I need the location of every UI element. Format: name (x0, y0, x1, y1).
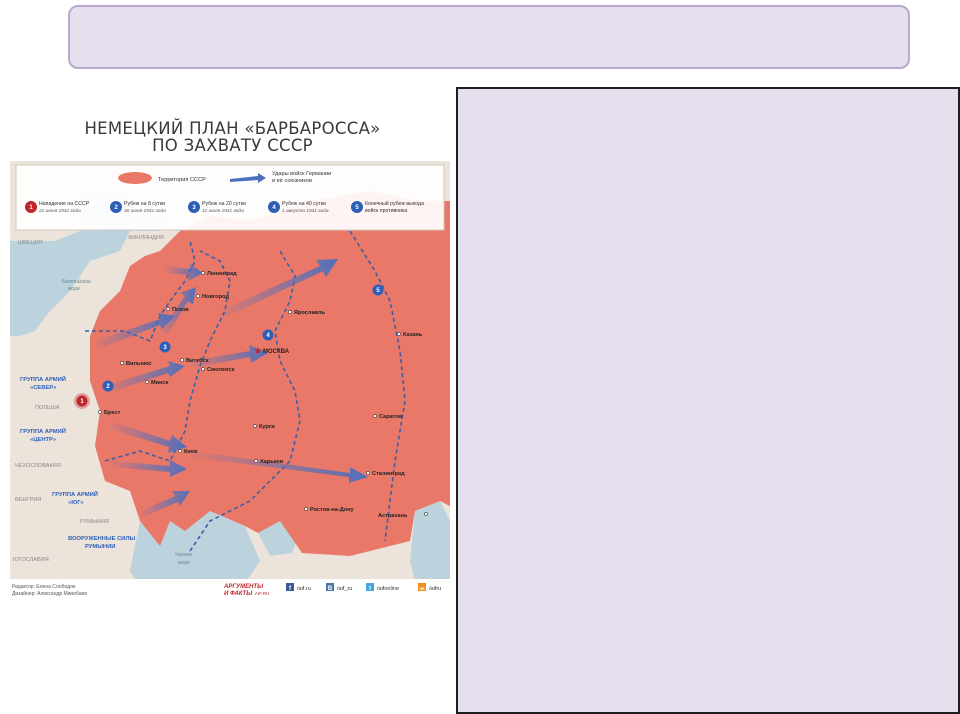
legend-date-2: 30 июня 1941 года (124, 208, 166, 214)
city-dot-astrakhan (424, 512, 428, 516)
map-title-line1: НЕМЕЦКИЙ ПЛАН «БАРБАРОССА» (84, 119, 381, 138)
legend-label-1: Нападение на СССР (39, 201, 90, 207)
map-title-line2: ПО ЗАХВАТУ СССР (152, 136, 313, 155)
country-czechoslovakia: ЧЕХОСЛОВАКИЯ (15, 463, 61, 469)
city-pskov: Псков (172, 307, 189, 313)
legend-label-5: Конечный рубеж выхода (365, 200, 424, 207)
footer-vk: /aif_ru (337, 586, 352, 592)
city-kazan: Казань (403, 332, 423, 338)
legend-territory-text: Территория СССР (158, 177, 206, 183)
sea-baltic-label1: Балтийское (62, 278, 91, 285)
map-figure: Территория СССР Удары войск Германии и е… (10, 161, 450, 601)
city-dot-novgorod (196, 294, 200, 298)
city-stalingrad: Сталинград (372, 471, 405, 477)
legend-ussr-swatch (118, 172, 152, 184)
group-center-line2: «ЦЕНТР» (30, 437, 56, 443)
city-dot-brest (98, 410, 102, 414)
footer-tw: /aifonline (377, 586, 399, 592)
brand-line2: И ФАКТЫ (224, 591, 253, 597)
barbarossa-map-image: НЕМЕЦКИЙ ПЛАН «БАРБАРОССА» ПО ЗАХВАТУ СС… (10, 110, 450, 601)
city-dot-kursk (253, 424, 257, 428)
legend-box (15, 164, 445, 231)
group-center-line1: ГРУППА АРМИЙ (20, 427, 66, 435)
city-smolensk: Смоленск (207, 367, 234, 373)
legend-label-4: Рубеж на 40 сутки (282, 201, 326, 207)
group-south-line1: ГРУППА АРМИЙ (52, 490, 98, 498)
city-moscow: МОСКВА (263, 349, 290, 355)
sea-black-label1: Черное (175, 552, 192, 558)
city-yaroslavl: Ярославль (294, 310, 325, 316)
city-dot-pskov (166, 307, 170, 311)
city-dot-smolensk (201, 367, 205, 371)
city-dot-stalingrad (366, 471, 370, 475)
legend-date-3: 12 июля 1941 года (202, 208, 244, 214)
city-dot-kazan (397, 332, 401, 336)
twitter-icon-glyph: t (369, 586, 371, 592)
city-kharkov: Харьков (260, 459, 284, 465)
map-title: НЕМЕЦКИЙ ПЛАН «БАРБАРОССА» ПО ЗАХВАТУ СС… (10, 120, 455, 154)
legend-date-4: 1 августа 1941 года (282, 208, 329, 214)
ok-icon-glyph: ok (419, 586, 425, 591)
city-brest: Брест (104, 410, 121, 416)
city-rostov: Ростов-на-Дону (310, 507, 355, 513)
city-leningrad: Ленинград (207, 271, 237, 277)
city-dot-kharkov (254, 459, 258, 463)
city-kiev: Киев (184, 449, 198, 455)
title-placeholder-box[interactable] (68, 5, 910, 69)
legend-label-3: Рубеж на 20 сутки (202, 201, 246, 207)
country-hungary: ВЕНГРИЯ (15, 497, 41, 503)
city-novgorod: Новгород (202, 294, 229, 300)
city-astrakhan: Астрахань (378, 513, 408, 519)
country-yugoslavia: ЮГОСЛАВИЯ (13, 557, 49, 563)
sea-black-label2: море (178, 560, 190, 566)
footer-editor: Редактор: Елена Слободян (12, 584, 76, 590)
city-dot-vitebsk (180, 358, 184, 362)
legend-date-1: 22 июня 1941 года (38, 208, 81, 214)
footer-fb: /aif.ru (297, 586, 311, 592)
group-north-line1: ГРУППА АРМИЙ (20, 375, 66, 383)
legend-label-2: Рубеж на 8 сутки (124, 201, 165, 207)
vk-icon-glyph: B (328, 586, 333, 592)
brand-line1: АРГУМЕНТЫ (223, 584, 264, 590)
group-romania-line1: ВООРУЖЕННЫЕ СИЛЫ (68, 536, 136, 542)
city-dot-saratov (373, 414, 377, 418)
city-dot-leningrad (201, 271, 205, 275)
city-saratov: Саратов (379, 414, 403, 420)
brand-site: AIF.RU (255, 591, 269, 596)
footer-ok: /aifru (429, 586, 441, 592)
country-romania: РУМЫНИЯ (80, 519, 109, 525)
text-placeholder-box[interactable] (456, 87, 960, 714)
moscow-star-icon: ★ (254, 346, 263, 357)
city-vilnius: Вильнюс (126, 361, 152, 367)
city-kursk: Курск (259, 424, 275, 430)
country-sweden: ШВЕЦИЯ (18, 240, 43, 246)
city-dot-vilnius (120, 361, 124, 365)
country-finland: ФИНЛЯНДИЯ (128, 235, 164, 241)
city-minsk: Минск (151, 380, 169, 386)
city-dot-kiev (178, 449, 182, 453)
city-dot-rostov (304, 507, 308, 511)
city-dot-yaroslavl (288, 310, 292, 314)
group-south-line2: «ЮГ» (68, 500, 84, 506)
country-poland: ПОЛЬША (35, 405, 60, 411)
group-romania-line2: РУМЫНИИ (85, 544, 115, 550)
sea-baltic-label2: море (68, 286, 80, 292)
group-north-line2: «СЕВЕР» (30, 385, 56, 391)
legend-strikes-line2: и её союзников (272, 178, 312, 184)
footer-designer: Дизайнер: Александр Минибаев (12, 590, 87, 597)
legend-strikes-line1: Удары войск Германии (272, 170, 331, 177)
legend-sublabel-5: войск противника (365, 207, 407, 214)
city-dot-minsk (145, 380, 149, 384)
city-vitebsk: Витебск (186, 357, 209, 364)
